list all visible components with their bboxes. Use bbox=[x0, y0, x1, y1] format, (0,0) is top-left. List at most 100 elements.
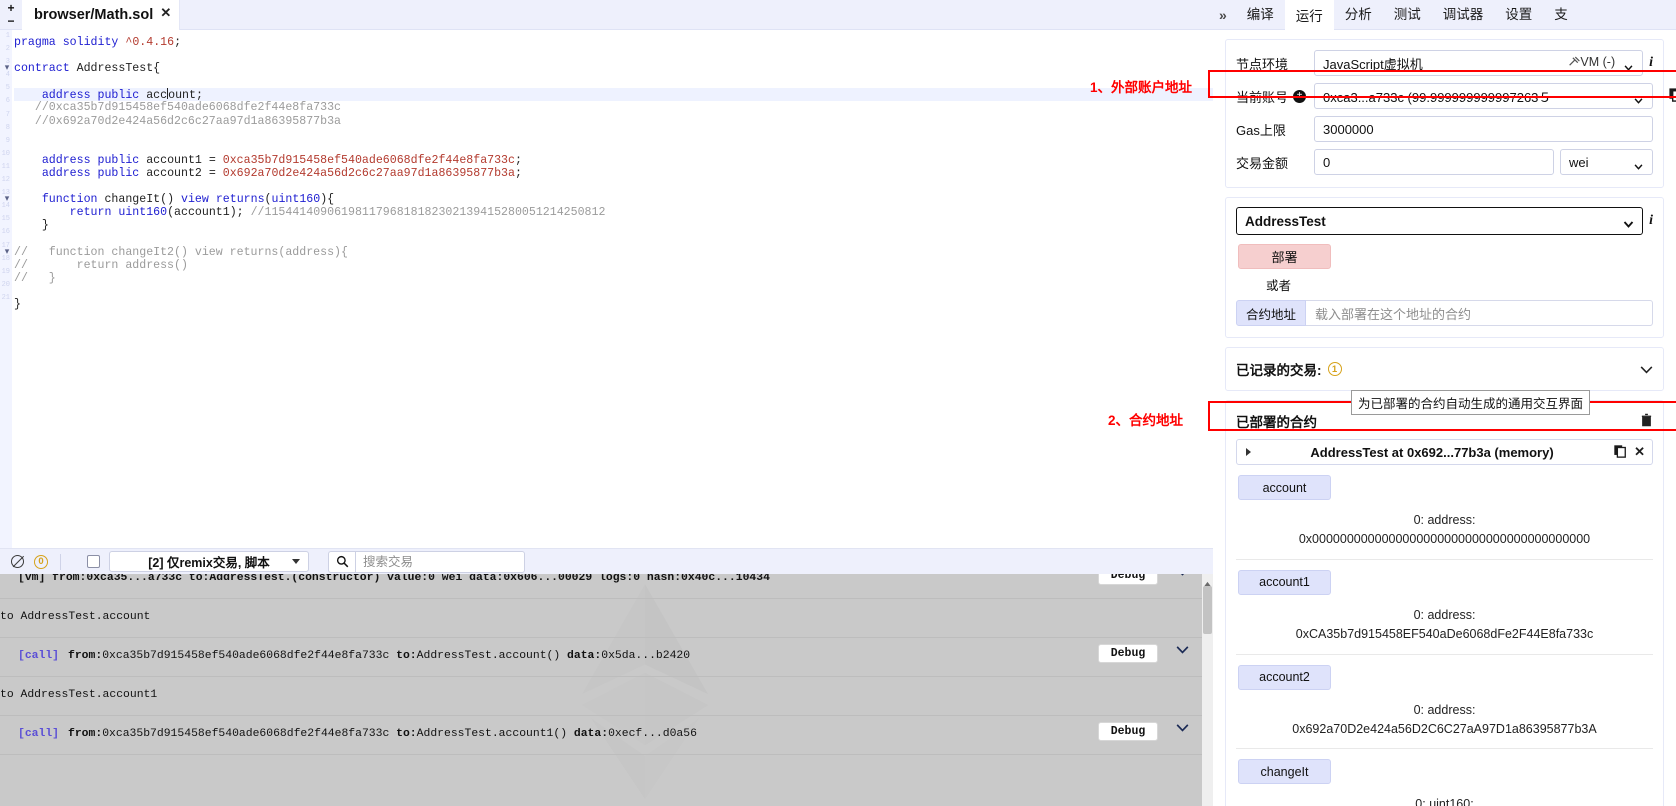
environment-card: 节点环境 JavaScript虚拟机 VM (-) i 当前账号 + 0xca3… bbox=[1225, 39, 1676, 188]
search-icon[interactable] bbox=[328, 550, 355, 573]
call-result-changeIt: 0: uint160:11544140906198117968181823021… bbox=[1236, 795, 1653, 806]
environment-select[interactable]: JavaScript虚拟机 VM (-) bbox=[1314, 50, 1644, 76]
value-input[interactable]: 0 bbox=[1314, 149, 1554, 175]
terminal-message: to AddressTest.account bbox=[0, 611, 151, 623]
terminal-rows: [vm] from:0xca35...a733c to:AddressTest.… bbox=[0, 574, 1213, 755]
deploy-button[interactable]: 部署 bbox=[1238, 244, 1331, 269]
tab-测试[interactable]: 测试 bbox=[1383, 0, 1432, 30]
account-value: 0xca3...a733c (99.999999999997263５ bbox=[1323, 89, 1552, 105]
copy-icon[interactable] bbox=[1668, 87, 1676, 105]
chevron-down-icon bbox=[1623, 216, 1634, 228]
environment-value: JavaScript虚拟机 bbox=[1323, 56, 1423, 72]
plug-icon bbox=[1568, 56, 1581, 70]
tab-支[interactable]: 支 bbox=[1543, 0, 1579, 30]
call-result-account1: 0: address: 0xCA35b7d915458EF540aDe6068dF… bbox=[1236, 606, 1653, 645]
editor-tab-label: browser/Math.sol bbox=[34, 7, 154, 23]
account-select[interactable]: 0xca3...a733c (99.999999999997263５ bbox=[1314, 83, 1653, 109]
editor-pane: + − browser/Math.sol ✕ 1 2 3 4 5 6 7 8 9 10 11 12 13… bbox=[0, 0, 1213, 806]
chevron-down-icon[interactable] bbox=[1176, 574, 1189, 576]
close-icon[interactable]: ✕ bbox=[1634, 444, 1645, 460]
tab-分析[interactable]: 分析 bbox=[1334, 0, 1383, 30]
result-value: 0x692a70D2e424a56D2C6C27aA97D1a86395877b… bbox=[1292, 721, 1597, 736]
value-unit-select[interactable]: wei bbox=[1560, 149, 1653, 175]
recorded-transactions-section[interactable]: 已记录的交易: 1 bbox=[1225, 347, 1664, 391]
tab-运行[interactable]: 运行 bbox=[1284, 0, 1334, 30]
deployed-instance-tooltip: 为已部署的合约自动生成的通用交互界面 bbox=[1351, 390, 1591, 415]
copy-icon[interactable] bbox=[1613, 444, 1627, 461]
deployed-instance-name: AddressTest at 0x692...77b3a (memory) bbox=[1310, 444, 1554, 460]
trash-icon[interactable] bbox=[1640, 413, 1653, 430]
clear-console-icon[interactable] bbox=[10, 554, 25, 569]
call-button-account1[interactable]: account1 bbox=[1238, 569, 1331, 595]
search-input[interactable] bbox=[355, 550, 525, 573]
add-account-icon[interactable]: + bbox=[1293, 89, 1307, 103]
contract-info-icon[interactable]: i bbox=[1649, 213, 1653, 229]
editor-tab-math-sol[interactable]: browser/Math.sol ✕ bbox=[22, 0, 181, 30]
debug-button[interactable]: Debug bbox=[1098, 722, 1158, 741]
gas-limit-input[interactable]: 3000000 bbox=[1314, 116, 1653, 142]
at-address-button[interactable]: 合约地址 bbox=[1236, 300, 1307, 326]
font-size-controls[interactable]: + − bbox=[3, 2, 19, 28]
terminal-row-3[interactable]: to AddressTest.account1 bbox=[0, 677, 1213, 716]
code-line-close-brace-1: } bbox=[14, 219, 49, 233]
terminal-row-2[interactable]: [call] from:0xca35b7d915458ef540ade6068df… bbox=[0, 638, 1213, 677]
value-label: 交易金额 bbox=[1236, 155, 1289, 171]
code-content[interactable]: pragma solidity ^0.4.16; contract Addres… bbox=[14, 36, 1213, 548]
close-icon[interactable]: ✕ bbox=[160, 5, 171, 21]
remix-ide-window: + − browser/Math.sol ✕ 1 2 3 4 5 6 7 8 9 10 11 12 13… bbox=[0, 0, 1676, 806]
call-result-account: 0: address: 0x000000000000000000000000000… bbox=[1236, 511, 1653, 550]
deployed-instance-header[interactable]: AddressTest at 0x692...77b3a (memory) ✕ bbox=[1236, 439, 1653, 465]
code-fold-column[interactable]: ▾ ▾ ▾ bbox=[0, 30, 14, 548]
annotation-label-1: 1、外部账户地址 bbox=[1090, 80, 1193, 95]
chevron-down-icon[interactable] bbox=[1176, 646, 1189, 654]
code-line-address-account: address public account; bbox=[14, 88, 1213, 102]
contract-name: AddressTest bbox=[1245, 213, 1326, 229]
vm-status: VM (-) bbox=[1580, 55, 1616, 69]
environment-row: 节点环境 JavaScript虚拟机 VM (-) i bbox=[1236, 49, 1653, 77]
fold-toggle-icon[interactable]: ▾ bbox=[2, 246, 12, 256]
fold-toggle-icon[interactable]: ▾ bbox=[2, 193, 12, 203]
expand-tabs-icon[interactable]: » bbox=[1213, 7, 1236, 23]
chevron-down-icon[interactable] bbox=[1640, 362, 1653, 377]
contract-select[interactable]: AddressTest bbox=[1236, 207, 1644, 235]
debug-button[interactable]: Debug bbox=[1098, 644, 1158, 663]
fold-toggle-icon[interactable]: ▾ bbox=[2, 62, 12, 72]
scrollbar-thumb[interactable] bbox=[1203, 586, 1212, 634]
terminal-message: from:0xca35b7d915458ef540ade6068dfe2f44e… bbox=[68, 650, 691, 662]
terminal-scrollbar[interactable] bbox=[1202, 574, 1213, 806]
result-value: 0xCA35b7d915458EF540aDe6068dFe2F44E8fa73… bbox=[1295, 627, 1594, 642]
terminal-log[interactable]: [vm] from:0xca35...a733c to:AddressTest.… bbox=[0, 574, 1213, 806]
environment-info-icon[interactable]: i bbox=[1649, 55, 1653, 71]
call-button-account2[interactable]: account2 bbox=[1238, 664, 1331, 690]
call-result-account2: 0: address: 0x692a70D2e424a56D2C6C27aA97D… bbox=[1236, 701, 1653, 740]
code-editor[interactable]: 1 2 3 4 5 6 7 8 9 10 11 12 13 14 15 16 17 18 19 20 21 ▾ ▾ ▾ pr… bbox=[0, 30, 1213, 548]
gas-limit-label: Gas上限 bbox=[1236, 122, 1286, 138]
debug-button[interactable]: Debug bbox=[1098, 574, 1158, 585]
terminal-row-1[interactable]: to AddressTest.account bbox=[0, 599, 1213, 638]
tab-编译[interactable]: 编译 bbox=[1236, 0, 1285, 30]
deploy-card: AddressTest i 部署 或者 合约地址 载入部署在这个地址的合约 bbox=[1225, 197, 1664, 338]
call-button-changeIt[interactable]: changeIt bbox=[1238, 759, 1331, 785]
terminal-row-0[interactable]: [vm] from:0xca35...a733c to:AddressTest.… bbox=[0, 574, 1213, 599]
tab-调试器[interactable]: 调试器 bbox=[1432, 0, 1495, 30]
call-button-account[interactable]: account bbox=[1238, 475, 1331, 500]
chevron-down-icon bbox=[292, 559, 300, 564]
contract-function-list: account 0: address: 0x00000000000000000000… bbox=[1236, 475, 1653, 806]
chevron-down-icon bbox=[1624, 59, 1633, 71]
tab-设置[interactable]: 设置 bbox=[1494, 0, 1543, 30]
recorded-tx-label: 已记录的交易: bbox=[1236, 363, 1322, 378]
listen-network-checkbox[interactable] bbox=[87, 555, 100, 568]
terminal-row-4[interactable]: [call] from:0xca35b7d915458ef540ade6068df… bbox=[0, 716, 1213, 755]
code-line-contract-line: contract AddressTest{ bbox=[14, 62, 161, 76]
scroll-up-icon[interactable] bbox=[1203, 576, 1212, 588]
chevron-down-icon bbox=[1634, 92, 1643, 104]
chevron-down-icon[interactable] bbox=[1176, 724, 1189, 732]
account-label: 当前账号 + bbox=[1236, 87, 1314, 106]
font-decrease-icon[interactable]: − bbox=[3, 15, 19, 28]
recorded-transactions-title: 已记录的交易: 1 bbox=[1236, 359, 1342, 379]
at-address-input[interactable]: 载入部署在这个地址的合约 bbox=[1306, 300, 1653, 326]
transaction-filter-select[interactable]: [2] 仅remix交易, 脚本 bbox=[109, 551, 309, 572]
